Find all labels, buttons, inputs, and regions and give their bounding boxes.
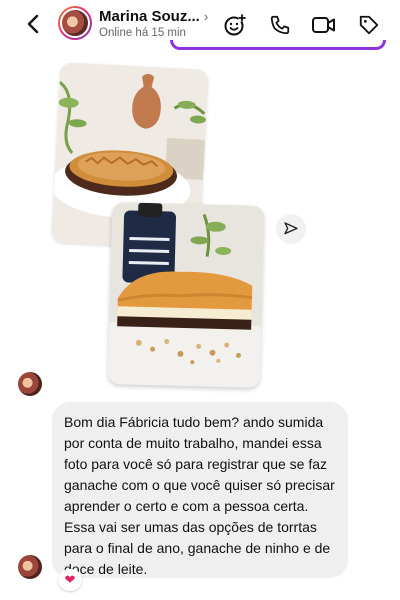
contact-info[interactable]: Marina Souz... › Online há 15 min bbox=[99, 8, 219, 39]
contact-name: Marina Souz... bbox=[99, 8, 200, 25]
heart-reaction[interactable]: ❤ bbox=[58, 569, 82, 591]
previous-message-edge bbox=[170, 40, 386, 50]
tag-icon bbox=[359, 15, 379, 35]
sender-avatar-2[interactable] bbox=[18, 555, 42, 579]
call-button[interactable] bbox=[267, 12, 293, 38]
chevron-right-icon: › bbox=[203, 9, 209, 24]
phone-icon bbox=[270, 15, 290, 35]
share-photo-button[interactable] bbox=[276, 214, 306, 244]
tag-button[interactable] bbox=[356, 12, 382, 38]
heart-icon: ❤ bbox=[64, 572, 76, 587]
video-call-button[interactable] bbox=[311, 12, 337, 38]
contact-status: Online há 15 min bbox=[99, 27, 186, 39]
video-camera-icon bbox=[312, 17, 335, 33]
back-button[interactable] bbox=[18, 9, 48, 39]
sender-avatar[interactable] bbox=[18, 372, 42, 396]
send-icon bbox=[284, 222, 298, 235]
message-bubble[interactable]: Bom dia Fábricia tudo bem? ando sumida p… bbox=[52, 402, 348, 578]
chevron-left-icon bbox=[27, 14, 39, 34]
shared-photo-2[interactable] bbox=[107, 202, 265, 388]
emoji-add-icon bbox=[224, 14, 246, 36]
contact-avatar[interactable] bbox=[58, 6, 92, 40]
message-text: Bom dia Fábricia tudo bem? ando sumida p… bbox=[64, 414, 335, 577]
add-emoji-button[interactable] bbox=[222, 12, 248, 38]
